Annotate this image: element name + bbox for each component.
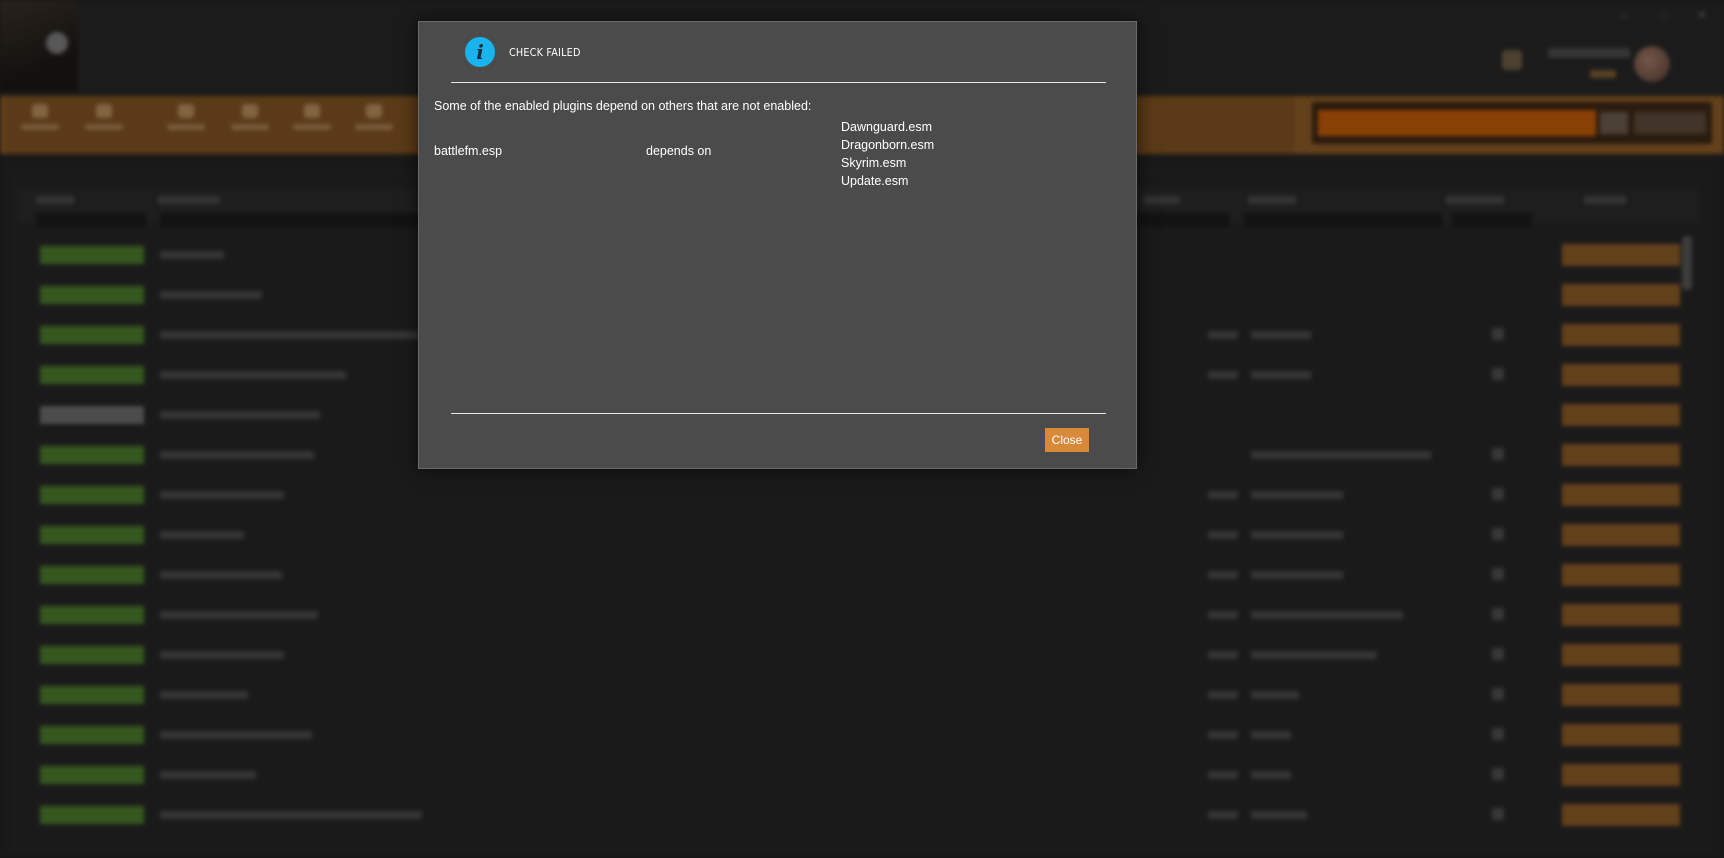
info-icon: i [465, 37, 495, 67]
divider [451, 82, 1106, 83]
dialog-message: Some of the enabled plugins depend on ot… [434, 99, 812, 113]
dependency-relation: depends on [646, 144, 712, 158]
dependency-item: Skyrim.esm [841, 156, 907, 170]
plugin-name: battlefm.esp [434, 144, 503, 158]
dialog-title: CHECK FAILED [509, 46, 581, 59]
dependency-list: Dawnguard.esm Dragonborn.esm Skyrim.esm … [841, 118, 934, 190]
check-failed-dialog: i CHECK FAILED Some of the enabled plugi… [418, 21, 1137, 469]
dependency-item: Dragonborn.esm [841, 138, 935, 152]
dependency-item: Dawnguard.esm [841, 120, 933, 134]
dependency-item: Update.esm [841, 174, 909, 188]
divider [451, 413, 1106, 414]
close-button[interactable]: Close [1045, 428, 1089, 452]
